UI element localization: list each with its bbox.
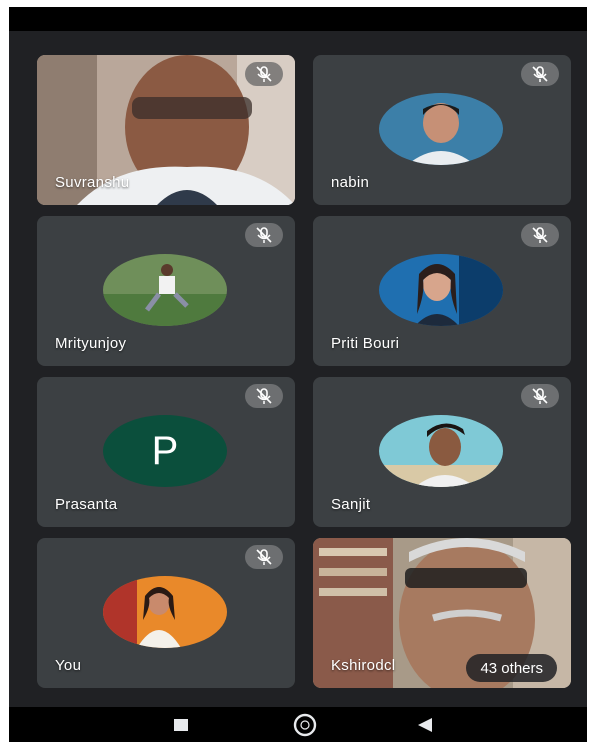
participant-tile-prasanta[interactable]: P Prasanta: [37, 377, 295, 527]
meeting-grid: Suvranshu nabin Mrityunjoy Priti Bouri P…: [9, 31, 587, 707]
participant-name: Suvranshu: [55, 174, 130, 191]
others-count-label: 43 others: [480, 659, 543, 677]
participant-name: Priti Bouri: [331, 335, 400, 352]
triangle-back-icon: [418, 717, 432, 732]
status-bar: [9, 7, 587, 31]
participant-name: Mrityunjoy: [55, 335, 127, 352]
mic-muted-icon: [521, 384, 559, 408]
mic-muted-icon: [245, 223, 283, 247]
participant-tile-nabin[interactable]: nabin: [313, 55, 571, 205]
participant-tile-you[interactable]: You: [37, 538, 295, 688]
participant-tile-suvranshu[interactable]: Suvranshu: [37, 55, 295, 205]
participant-name: Kshirodcl: [331, 657, 396, 674]
recents-button[interactable]: [151, 707, 211, 742]
participant-tile-mrityunjoy[interactable]: Mrityunjoy: [37, 216, 295, 366]
others-count-chip[interactable]: 43 others: [466, 654, 557, 682]
back-button[interactable]: [395, 707, 455, 742]
mic-muted-icon: [245, 384, 283, 408]
participant-name: Prasanta: [55, 496, 118, 513]
participant-tile-kshirodcl[interactable]: Kshirodcl 43 others: [313, 538, 571, 688]
participant-avatar: [379, 415, 503, 487]
mic-muted-icon: [245, 62, 283, 86]
circle-icon: [293, 713, 317, 736]
mic-muted-icon: [245, 545, 283, 569]
participant-tile-sanjit[interactable]: Sanjit: [313, 377, 571, 527]
phone-screen: Suvranshu nabin Mrityunjoy Priti Bouri P…: [9, 7, 587, 742]
participant-avatar: [103, 576, 227, 648]
participant-avatar: [103, 254, 227, 326]
android-nav-bar: [9, 707, 587, 742]
mic-muted-icon: [521, 223, 559, 247]
home-button[interactable]: [275, 707, 335, 742]
participant-tile-priti-bouri[interactable]: Priti Bouri: [313, 216, 571, 366]
participant-name: nabin: [331, 174, 370, 191]
participant-name: Sanjit: [331, 496, 371, 513]
mic-muted-icon: [521, 62, 559, 86]
square-icon: [174, 718, 188, 731]
participant-initial-avatar: P: [103, 415, 227, 487]
participant-avatar: [379, 254, 503, 326]
participant-name: You: [55, 657, 82, 674]
participant-avatar: [379, 93, 503, 165]
